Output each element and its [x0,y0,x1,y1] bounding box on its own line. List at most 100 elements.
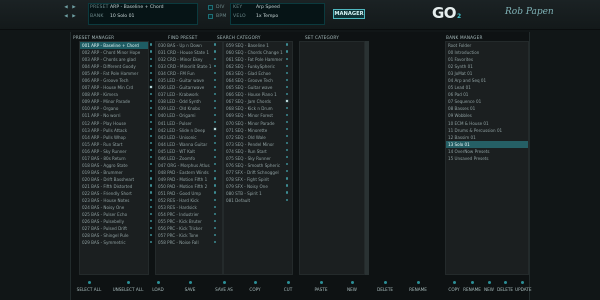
preset-list-item[interactable]: 038 LED - Odd Synth [156,98,222,105]
preset-list-col2[interactable]: 030 BAS - Up n Down 031 CRD - House State… [155,41,223,275]
bank-list-item[interactable]: 10 ECM & House 01 [446,120,528,127]
preset-list-item[interactable]: 031 CRD - House State 1 [156,49,222,56]
select-dot-icon[interactable] [150,205,153,208]
preset-list-item[interactable]: 037 LED - Krabwork [156,91,222,98]
preset-list-item[interactable]: 036 LED - Guitarrwave [156,84,222,91]
preset-list-item[interactable]: 061 SEQ - Fat Pole Hammer [224,56,292,63]
bank-list-item[interactable]: 13 Solo 01 [446,140,528,148]
select-dot-icon[interactable] [214,106,217,110]
preset-list-item[interactable]: 013 ARP - Pulls Attack [80,127,148,134]
preset-list-item[interactable]: 054 PRC - Industrier [156,211,222,218]
select-dot-icon[interactable] [286,149,289,152]
preset-list-item[interactable]: 029 BAS - Symmetric [80,239,148,246]
preset-list-item[interactable]: 018 BAS - Aggro State [80,162,148,169]
preset-list-item[interactable]: 051 PAD - Good Ump [156,190,222,197]
preset-list-item[interactable]: 010 ARP - Organo [80,105,148,112]
preset-list-item[interactable]: 050 PAD - Motion Fifth 2 [156,183,222,190]
key-value[interactable]: Arp Speed [256,5,280,10]
preset-arrows[interactable]: ◀ ▶ [62,5,82,10]
preset-list-item[interactable]: 072 SEQ - Old Wale [224,134,292,141]
select-dot-icon[interactable] [150,149,153,152]
select-dot-icon[interactable] [286,184,289,187]
select-dot-icon[interactable] [214,64,217,67]
bank-update-button[interactable]: UPDATE [515,281,531,292]
preset-list-item[interactable]: 011 ARP - No worri [80,112,148,119]
select-dot-icon[interactable] [150,64,153,67]
preset-list-item[interactable]: 079 SFX - Noisy One [224,183,292,190]
preset-list-item[interactable]: 048 PAD - Eastern Winds [156,169,222,176]
select-dot-icon[interactable] [214,226,217,229]
select-dot-icon[interactable] [214,57,217,60]
select-dot-icon[interactable] [150,128,153,131]
select-dot-icon[interactable] [286,57,289,60]
select-dot-icon[interactable] [286,71,289,74]
bank-list-item[interactable]: Root Folder [446,42,528,49]
unselect-all-button[interactable]: UNSELECT ALL [110,281,146,292]
preset-list-col1[interactable]: 001 ARP - Baseline + Chord 002 ARP - Chor… [79,41,149,275]
preset-list-item[interactable]: 078 SFX - Fight Spirit [224,176,292,183]
bank-list-item[interactable]: 06 Pad 01 [446,91,528,98]
select-dot-icon[interactable] [150,233,153,236]
select-dot-icon[interactable] [214,205,217,208]
select-dot-icon[interactable] [286,156,289,159]
select-dot-icon[interactable] [286,99,289,102]
preset-list-item[interactable]: 024 BAS - Noisy One [80,204,148,211]
select-dot-icon[interactable] [150,191,153,194]
prev-preset-icon[interactable]: ◀ [62,5,70,10]
preset-list-item[interactable]: 045 LED - WT Kalt [156,148,222,155]
preset-list-item[interactable]: 047 ORG - Morphus Atlus [156,162,222,169]
preset-list-item[interactable]: 007 ARP - House Min Crd [80,84,148,91]
preset-list-item[interactable]: 008 ARP - Kimera [80,91,148,98]
preset-list-item[interactable]: 035 LED - Guitar wave [156,77,222,84]
select-dot-icon[interactable] [150,170,153,173]
bank-list-item[interactable]: 08 Basses 01 [446,105,528,112]
bank-copy-button[interactable]: COPY [447,281,461,292]
preset-list-item[interactable]: 034 CRD - FM Fun [156,70,222,77]
preset-list-item[interactable]: 046 LED - Zoomfo [156,155,222,162]
preset-list-item[interactable]: 020 BAS - Drift Bassheart [80,176,148,183]
select-dot-icon[interactable] [214,191,217,194]
select-dot-icon[interactable] [286,113,289,117]
preset-list-item[interactable]: 065 SEQ - Guitar wave [224,84,292,91]
preset-list-item[interactable]: 012 ARP - Play House [80,120,148,127]
preset-list-col3[interactable]: 059 SEQ - Baseline 1 060 SEQ - Chords Cha… [223,41,293,275]
bank-list-item[interactable]: 07 Sequence 01 [446,98,528,105]
paste-button[interactable]: PASTE [312,281,330,292]
select-dot-icon[interactable] [286,85,289,88]
bank-list-item[interactable]: 09 Wobbles [446,112,528,119]
select-dot-icon[interactable] [214,142,217,145]
select-dot-icon[interactable] [214,43,217,46]
select-dot-icon[interactable] [150,120,153,124]
cut-button[interactable]: CUT [282,281,294,292]
preset-list-item[interactable]: 015 ARP - Run Start [80,141,148,148]
preset-list-item[interactable]: 075 SEQ - Sky Runner [224,155,292,162]
bank-list-item[interactable]: 12 Bassim 01 [446,134,528,141]
preset-list-item[interactable]: 032 CRD - Minor Ekey [156,56,222,63]
select-dot-icon[interactable] [214,212,217,215]
bank-list-item[interactable]: 14 OverNow Presets [446,148,528,155]
div-button[interactable] [208,5,213,10]
select-dot-icon[interactable] [150,212,153,215]
preset-list-item[interactable]: 057 PRC - Kick Tone [156,232,222,239]
velo-value[interactable]: 1x Tempo [256,14,278,19]
bank-rename-button[interactable]: RENAME [463,281,481,292]
preset-list-item[interactable]: 062 SEQ - FunkySpheric [224,63,292,70]
select-dot-icon[interactable] [214,78,217,81]
select-dot-icon[interactable] [214,156,217,159]
select-dot-icon[interactable] [150,135,153,138]
load-button[interactable]: LOAD [150,281,166,292]
select-dot-icon[interactable] [214,85,217,88]
select-dot-icon[interactable] [150,43,153,46]
select-dot-icon[interactable] [214,135,217,138]
preset-list-item[interactable]: 043 LED - Unisonic [156,134,222,141]
select-dot-icon[interactable] [214,50,217,53]
preset-list-item[interactable]: 069 SEQ - Minor Forest [224,112,292,119]
preset-list-item[interactable]: 004 ARP - Different Goody [80,63,148,70]
preset-list-item[interactable]: 071 SEQ - Minorette [224,127,292,134]
select-dot-icon[interactable] [150,99,153,102]
preset-list-item[interactable]: 005 ARP - Fat Pole Hammer [80,70,148,77]
select-dot-icon[interactable] [286,142,289,145]
select-dot-icon[interactable] [214,92,217,95]
preset-list-item[interactable]: 049 PAD - Motion Fifth 1 [156,176,222,183]
select-dot-icon[interactable] [286,106,289,110]
